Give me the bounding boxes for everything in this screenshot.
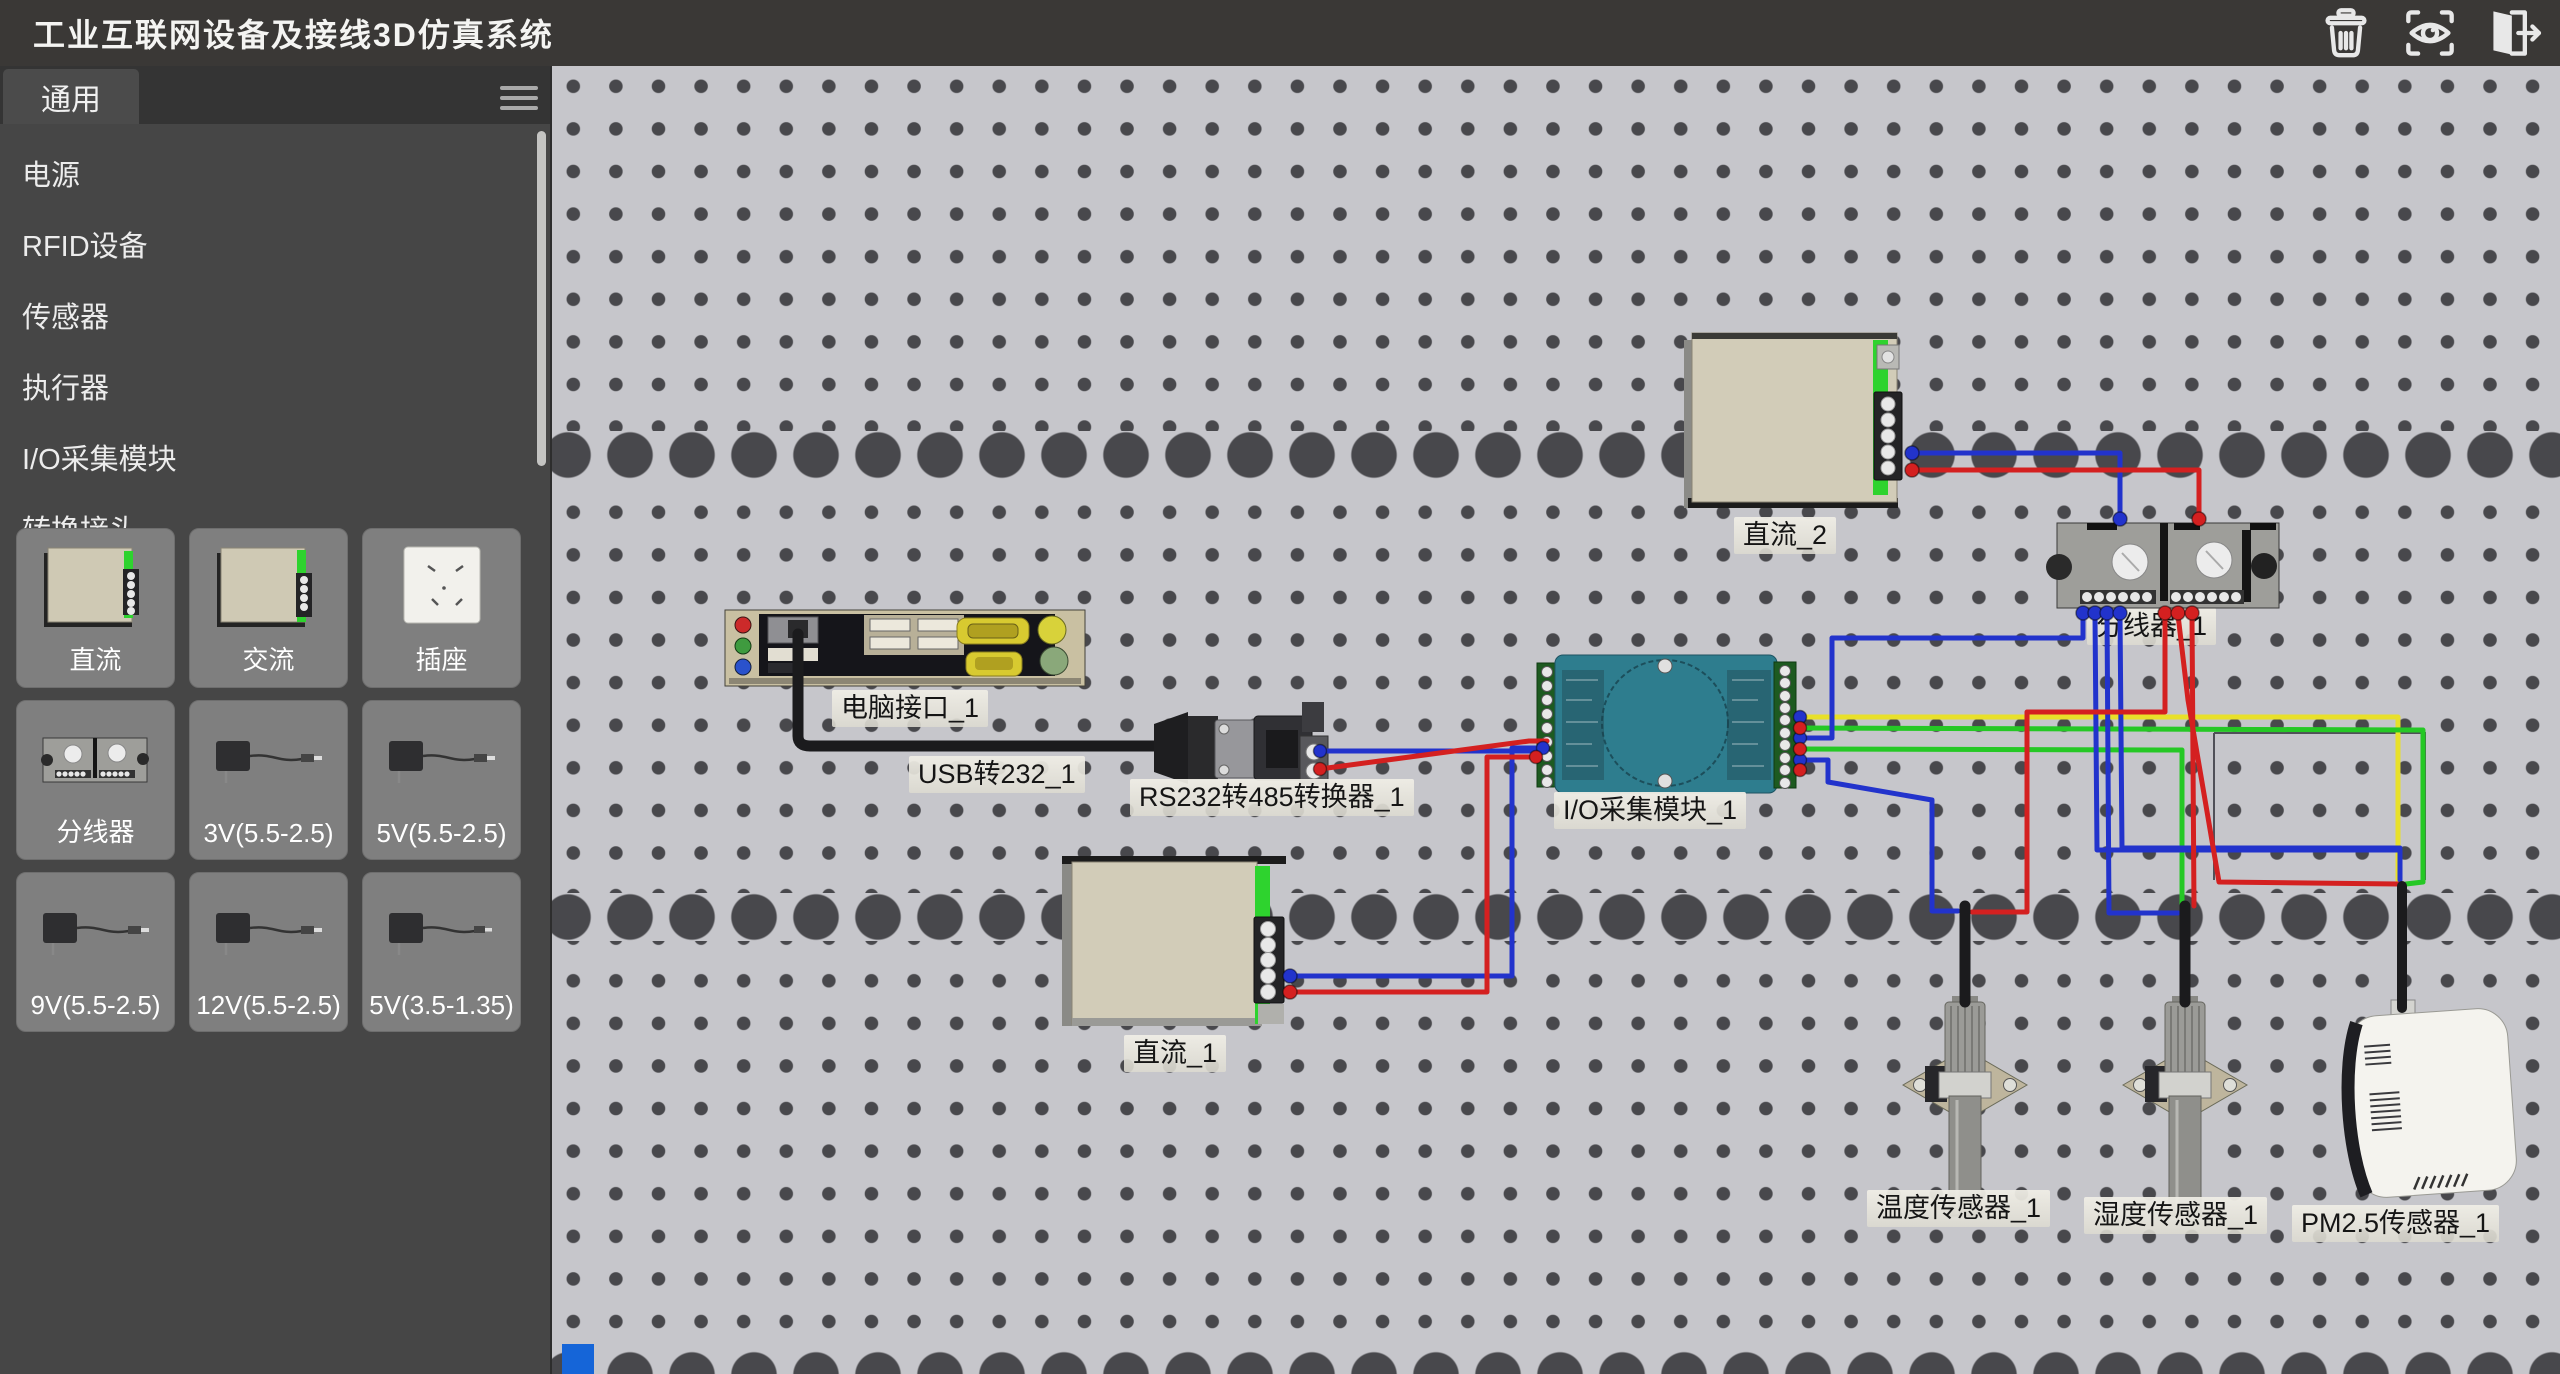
card-ac[interactable]: 交流: [189, 528, 348, 688]
exit-icon[interactable]: [2484, 6, 2544, 60]
wire-green-humidity: [1800, 749, 2182, 906]
device-splitter[interactable]: [2046, 523, 2279, 608]
device-dc-1[interactable]: [1062, 856, 1286, 1026]
app-title: 工业互联网设备及接线3D仿真系统: [33, 10, 554, 56]
adapter-thumbnail: [363, 707, 520, 813]
workspace-canvas[interactable]: 电脑接口_1 USB转232_1 RS232转485转换器_1 I/O采集模块_…: [550, 66, 2560, 1374]
device-temp-sensor[interactable]: [1903, 996, 2027, 1216]
socket-thumbnail: [363, 535, 520, 641]
splitter-thumbnail: [17, 707, 174, 813]
label-dc-2: 直流_2: [1734, 517, 1836, 554]
card-5v-adapter[interactable]: 5V(5.5-2.5): [362, 700, 521, 860]
device-dc-2[interactable]: [1684, 333, 1902, 508]
sensor-cables: [1965, 886, 2402, 1008]
card-splitter[interactable]: 分线器: [16, 700, 175, 860]
label-usb232: USB转232_1: [909, 756, 1085, 793]
card-dc[interactable]: 直流: [16, 528, 175, 688]
device-computer-interface[interactable]: [725, 610, 1085, 686]
sidebar: 通用 电源 RFID设备 传感器 执行器 I/O采集模块 转换接头: [0, 66, 550, 1374]
title-bar: 工业互联网设备及接线3D仿真系统: [0, 0, 2560, 66]
label-computer-interface: 电脑接口_1: [832, 690, 988, 727]
label-humidity-sensor: 湿度传感器_1: [2084, 1197, 2267, 1234]
wire-dark-loop: [2214, 733, 2425, 880]
device-pm25-sensor[interactable]: [2342, 1000, 2518, 1200]
card-12v-adapter[interactable]: 12V(5.5-2.5): [189, 872, 348, 1032]
dc-thumbnail: [17, 535, 174, 641]
menu-item-rfid[interactable]: RFID设备: [0, 222, 550, 266]
tab-general[interactable]: 通用: [3, 69, 139, 124]
wire-blue-io-splitter: [1800, 615, 2083, 738]
eye-scan-icon[interactable]: [2400, 6, 2460, 60]
adapter-thumbnail: [363, 879, 520, 985]
card-3v-adapter[interactable]: 3V(5.5-2.5): [189, 700, 348, 860]
card-socket[interactable]: 插座: [362, 528, 521, 688]
label-pm25-sensor: PM2.5传感器_1: [2292, 1205, 2499, 1242]
device-io-module[interactable]: [1537, 655, 1796, 793]
toolbar: [2316, 0, 2544, 66]
label-temp-sensor: 温度传感器_1: [1867, 1190, 2050, 1227]
card-5v-small-adapter[interactable]: 5V(3.5-1.35): [362, 872, 521, 1032]
device-usb232-rs485[interactable]: [1154, 702, 1328, 784]
wire-red-dc2-splitter: [1912, 470, 2199, 521]
label-rs232-485: RS232转485转换器_1: [1130, 779, 1414, 816]
sidebar-header: 通用: [0, 66, 550, 124]
ac-thumbnail: [190, 535, 347, 641]
wire-blue-dc2-splitter: [1912, 453, 2120, 521]
category-menu: 电源 RFID设备 传感器 执行器 I/O采集模块 转换接头: [0, 124, 550, 550]
wire-red-splitter-pm: [2178, 615, 2398, 884]
menu-scrollbar[interactable]: [537, 131, 546, 466]
device-humidity-sensor[interactable]: [2123, 996, 2247, 1216]
label-io-module: I/O采集模块_1: [1554, 792, 1746, 829]
adapter-thumbnail: [190, 707, 347, 813]
adapter-thumbnail: [190, 879, 347, 985]
label-dc-1: 直流_1: [1124, 1035, 1226, 1072]
card-9v-adapter[interactable]: 9V(5.5-2.5): [16, 872, 175, 1032]
wire-red-splitter-temp: [1972, 615, 2165, 912]
wire-red-splitter-humidity: [2192, 615, 2194, 906]
wire-blue-io-temp: [1800, 760, 1958, 911]
menu-icon[interactable]: [500, 86, 538, 110]
menu-item-power[interactable]: 电源: [0, 151, 550, 195]
corner-blue-badge: [562, 1344, 594, 1374]
menu-item-sensor[interactable]: 传感器: [0, 293, 550, 337]
menu-item-io-module[interactable]: I/O采集模块: [0, 435, 550, 479]
menu-item-actuator[interactable]: 执行器: [0, 364, 550, 408]
adapter-thumbnail: [17, 879, 174, 985]
trash-icon[interactable]: [2316, 6, 2376, 60]
